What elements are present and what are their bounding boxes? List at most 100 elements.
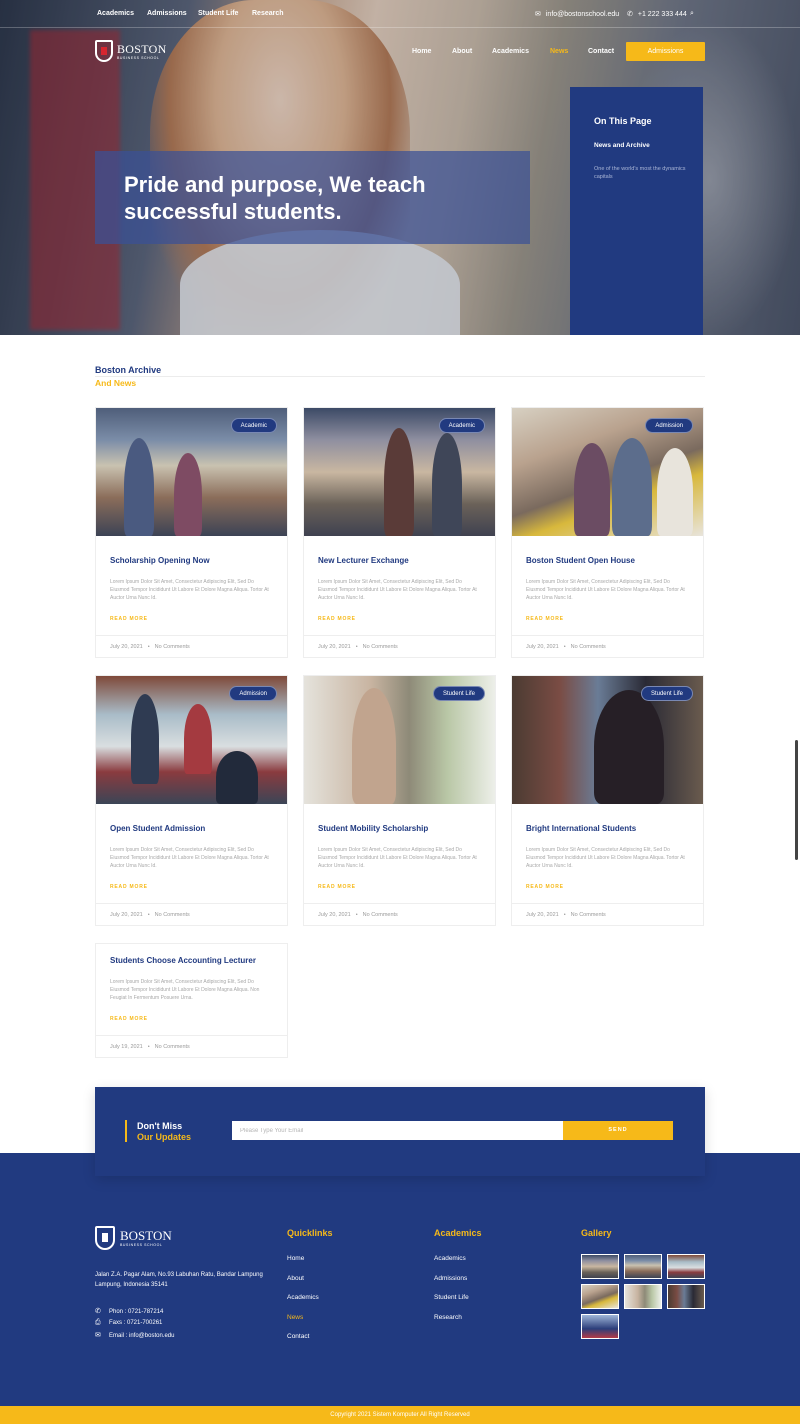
post-image[interactable]: Admission (512, 408, 703, 536)
post-comments[interactable]: No Comments (155, 644, 190, 650)
post-card[interactable]: Students Choose Accounting Lecturer Lore… (95, 943, 288, 1058)
post-comments[interactable]: No Comments (571, 912, 606, 918)
category-badge[interactable]: Academic (230, 418, 277, 433)
admissions-button[interactable]: Admissions (626, 42, 705, 61)
post-body: Students Choose Accounting Lecturer Lore… (110, 956, 273, 1022)
category-badge[interactable]: Academic (438, 418, 485, 433)
post-body: Bright International Students Lorem Ipsu… (526, 824, 689, 890)
post-card[interactable]: Academic Scholarship Opening Now Lorem I… (95, 407, 288, 658)
footer-link-research[interactable]: Research (434, 1314, 462, 1321)
gallery-thumb[interactable] (581, 1314, 619, 1339)
gallery-thumb[interactable] (624, 1254, 662, 1279)
post-title[interactable]: Students Choose Accounting Lecturer (110, 956, 273, 965)
post-image[interactable]: Student Life (512, 676, 703, 804)
read-more-link[interactable]: READ MORE (318, 616, 481, 622)
post-image[interactable]: Academic (96, 408, 287, 536)
post-card[interactable]: Academic New Lecturer Exchange Lorem Ips… (303, 407, 496, 658)
mail-icon: ✉ (535, 11, 541, 18)
gallery-thumb[interactable] (581, 1254, 619, 1279)
post-title[interactable]: Scholarship Opening Now (110, 556, 273, 565)
search-icon[interactable]: ⌕ (690, 10, 694, 18)
scrollbar[interactable] (795, 740, 798, 860)
accent-bar (125, 1120, 127, 1142)
post-comments[interactable]: No Comments (155, 1044, 190, 1050)
footer-email[interactable]: ✉ Email : info@boston.edu (95, 1331, 174, 1339)
gallery-thumb[interactable] (581, 1284, 619, 1309)
footer-link-about[interactable]: About (287, 1275, 304, 1282)
post-body: Scholarship Opening Now Lorem Ipsum Dolo… (110, 556, 273, 622)
post-image[interactable]: Academic (304, 408, 495, 536)
academics-heading: Academics (434, 1228, 482, 1238)
post-title[interactable]: Bright International Students (526, 824, 689, 833)
quicklinks-heading: Quicklinks (287, 1228, 333, 1238)
footer-link-home[interactable]: Home (287, 1255, 304, 1262)
photo-person (124, 438, 154, 536)
copyright-bar: Copyright 2021 Sistem Komputer All Right… (0, 1406, 800, 1424)
topbar-link-research[interactable]: Research (252, 10, 284, 17)
photo-person (574, 443, 610, 536)
category-badge[interactable]: Student Life (640, 686, 693, 701)
fax-icon: ⎙ (95, 1319, 101, 1326)
post-card[interactable]: Student Life Student Mobility Scholarshi… (303, 675, 496, 926)
post-card[interactable]: Admission Boston Student Open House Lore… (511, 407, 704, 658)
category-badge[interactable]: Admission (229, 686, 277, 701)
post-image[interactable]: Student Life (304, 676, 495, 804)
topbar-email[interactable]: ✉ info@bostonschool.edu (535, 10, 619, 18)
read-more-link[interactable]: READ MORE (110, 1016, 273, 1022)
post-title[interactable]: Open Student Admission (110, 824, 273, 833)
post-image[interactable]: Admission (96, 676, 287, 804)
nav-item-home[interactable]: Home (412, 48, 431, 55)
gallery-thumb[interactable] (667, 1254, 705, 1279)
nav-item-about[interactable]: About (452, 48, 472, 55)
topbar-link-student-life[interactable]: Student Life (198, 10, 238, 17)
footer-link-academics-2[interactable]: Academics (434, 1255, 466, 1262)
footer-fax: ⎙ Faxs : 0721-700261 (95, 1319, 162, 1327)
on-this-page-item[interactable]: News and Archive (594, 142, 654, 150)
category-badge[interactable]: Admission (645, 418, 693, 433)
email-input[interactable] (232, 1121, 563, 1140)
newsletter-title: Don't Miss (137, 1121, 183, 1131)
footer-link-news[interactable]: News (287, 1314, 303, 1321)
newsletter-subtitle: Our Updates (137, 1132, 192, 1142)
post-title[interactable]: Boston Student Open House (526, 556, 689, 565)
footer-link-student-life[interactable]: Student Life (434, 1294, 469, 1301)
footer-link-contact[interactable]: Contact (287, 1333, 309, 1340)
logo[interactable]: BOSTON BUSINESS SCHOOL (95, 40, 175, 62)
post-title[interactable]: New Lecturer Exchange (318, 556, 481, 565)
footer-address: Jalan Z.A. Pagar Alam, No.93 Labuhan Rat… (95, 1272, 263, 1288)
post-body: New Lecturer Exchange Lorem Ipsum Dolor … (318, 556, 481, 622)
topbar-link-academics[interactable]: Academics (97, 10, 134, 17)
read-more-link[interactable]: READ MORE (526, 616, 689, 622)
topbar-link-admissions[interactable]: Admissions (147, 10, 187, 17)
post-card[interactable]: Admission Open Student Admission Lorem I… (95, 675, 288, 926)
read-more-link[interactable]: READ MORE (318, 884, 481, 890)
read-more-link[interactable]: READ MORE (526, 884, 689, 890)
nav-item-news[interactable]: News (550, 48, 568, 55)
footer-link-academics[interactable]: Academics (287, 1294, 319, 1301)
read-more-link[interactable]: READ MORE (110, 616, 273, 622)
footer-logo[interactable]: BOSTON BUSINESS SCHOOL (95, 1226, 185, 1250)
meta-separator: • (147, 912, 150, 918)
post-comments[interactable]: No Comments (571, 644, 606, 650)
topbar-email-text: info@bostonschool.edu (545, 11, 620, 18)
nav-item-contact[interactable]: Contact (588, 48, 614, 55)
post-title[interactable]: Student Mobility Scholarship (318, 824, 481, 833)
photo-person (131, 694, 159, 784)
post-card[interactable]: Student Life Bright International Studen… (511, 675, 704, 926)
nav-item-academics[interactable]: Academics (492, 48, 529, 55)
footer: BOSTON BUSINESS SCHOOL Jalan Z.A. Pagar … (0, 1153, 800, 1406)
post-meta: July 20, 2021 • No Comments (304, 903, 495, 925)
meta-separator: • (563, 912, 566, 918)
send-button[interactable]: SEND (563, 1121, 673, 1140)
gallery-thumb[interactable] (667, 1284, 705, 1309)
footer-link-admissions[interactable]: Admissions (434, 1275, 467, 1282)
read-more-link[interactable]: READ MORE (110, 884, 273, 890)
category-badge[interactable]: Student Life (432, 686, 485, 701)
topbar-phone[interactable]: ✆ +1 222 333 444 (627, 10, 687, 18)
gallery-thumb[interactable] (624, 1284, 662, 1309)
logo-tagline: BUSINESS SCHOOL (117, 56, 160, 60)
post-comments[interactable]: No Comments (363, 644, 398, 650)
post-comments[interactable]: No Comments (363, 912, 398, 918)
post-comments[interactable]: No Comments (155, 912, 190, 918)
post-excerpt: Lorem Ipsum Dolor Sit Amet, Consectetur … (526, 847, 685, 869)
